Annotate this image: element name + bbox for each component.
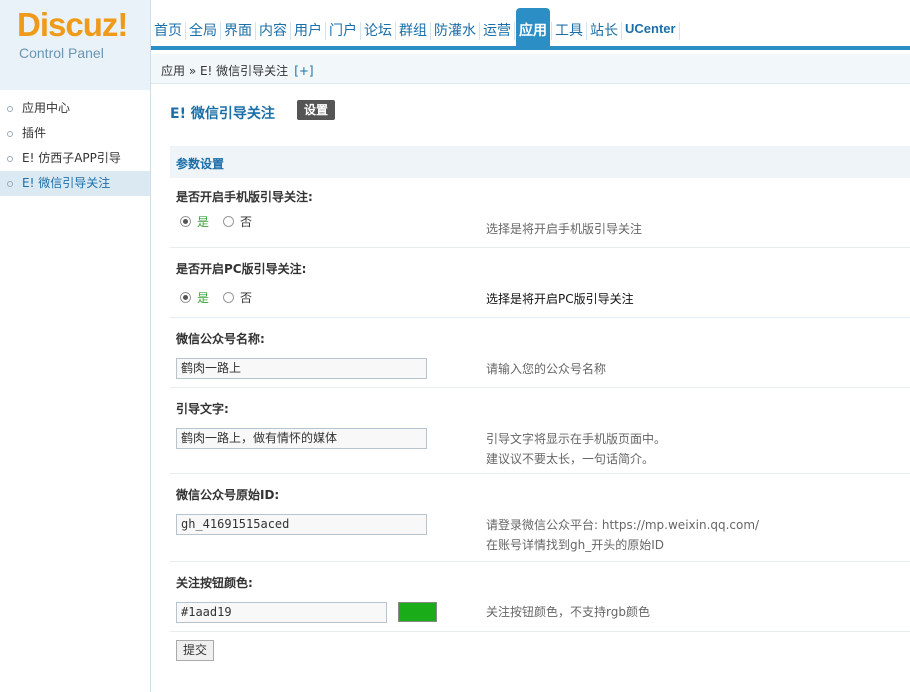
setting-row-origin-id: 微信公众号原始ID: gh_41691515aced 请登录微信公众平台: ht…	[170, 474, 910, 562]
radio-label-yes[interactable]: 是	[197, 213, 209, 230]
radio-label-yes[interactable]: 是	[197, 289, 209, 306]
field-tip: 选择是将开启手机版引导关注	[486, 222, 643, 236]
field-tip-secondary: 在账号详情找到gh_开头的原始ID	[486, 538, 665, 552]
header: Discuz! Control Panel 首页 全局 界面 内容 用户 门户 …	[0, 0, 910, 90]
logo[interactable]: Discuz! Control Panel	[0, 0, 150, 90]
radio-yes[interactable]	[180, 216, 191, 227]
color-swatch[interactable]	[398, 602, 437, 622]
nav-users[interactable]: 用户	[292, 8, 324, 50]
radio-yes[interactable]	[180, 292, 191, 303]
nav-divider	[185, 22, 186, 40]
logo-title: Discuz!	[17, 6, 128, 43]
nav-divider	[325, 22, 326, 40]
account-name-input[interactable]: 鹤肉一路上	[176, 358, 427, 379]
bullet-icon	[7, 181, 13, 187]
field-label: 微信公众号名称:	[176, 332, 265, 346]
section-header: 参数设置	[170, 146, 910, 178]
field-tip: 选择是将开启PC版引导关注	[486, 292, 634, 306]
field-tip: 引导文字将显示在手机版页面中。	[486, 432, 667, 446]
nav-apps[interactable]: 应用	[516, 8, 550, 50]
top-nav: 首页 全局 界面 内容 用户 门户 论坛 群组 防灌水 运营 应用 工具 站长 …	[152, 8, 681, 50]
nav-portal[interactable]: 门户	[327, 8, 359, 50]
nav-divider	[395, 22, 396, 40]
page-title: E! 微信引导关注	[170, 106, 275, 122]
nav-divider	[430, 22, 431, 40]
setting-row-pc-guide: 是否开启PC版引导关注: 是 否 选择是将开启PC版引导关注	[170, 248, 910, 318]
nav-operations[interactable]: 运营	[481, 8, 513, 50]
nav-ucenter[interactable]: UCenter	[623, 8, 678, 50]
guide-text-input[interactable]: 鹤肉一路上，做有情怀的媒体	[176, 428, 427, 449]
radio-no[interactable]	[223, 292, 235, 303]
field-label: 微信公众号原始ID:	[176, 488, 280, 502]
sidebar-item-wechat-guide[interactable]: E! 微信引导关注	[0, 171, 150, 196]
logo-subtitle: Control Panel	[19, 45, 104, 61]
nav-groups[interactable]: 群组	[397, 8, 429, 50]
field-tip: 请输入您的公众号名称	[486, 362, 607, 376]
field-label: 关注按钮颜色:	[176, 576, 253, 590]
field-tip: 关注按钮颜色，不支持rgb颜色	[486, 605, 650, 619]
breadcrumb-path[interactable]: 应用 » E! 微信引导关注	[161, 64, 288, 78]
submit-button[interactable]: 提交	[176, 640, 215, 661]
radio-no[interactable]	[223, 216, 235, 227]
setting-row-guide-text: 引导文字: 鹤肉一路上，做有情怀的媒体 引导文字将显示在手机版页面中。 建议议不…	[170, 388, 910, 474]
nav-content[interactable]: 内容	[257, 8, 289, 50]
mobile-guide-radio-group: 是 否	[180, 213, 252, 230]
nav-divider	[290, 22, 291, 40]
nav-home[interactable]: 首页	[152, 8, 184, 50]
nav-global[interactable]: 全局	[187, 8, 219, 50]
field-tip-secondary: 建议议不要太长，一句话简介。	[486, 452, 655, 466]
sidebar-item-label: 应用中心	[22, 101, 71, 115]
setting-row-button-color: 关注按钮颜色: #1aad19 关注按钮颜色，不支持rgb颜色	[170, 562, 910, 632]
field-label: 是否开启PC版引导关注:	[176, 262, 307, 276]
setting-row-account-name: 微信公众号名称: 鹤肉一路上 请输入您的公众号名称	[170, 318, 910, 388]
nav-antispam[interactable]: 防灌水	[432, 8, 478, 50]
nav-divider	[551, 22, 552, 40]
field-label: 引导文字:	[176, 402, 229, 416]
pc-guide-radio-group: 是 否	[180, 289, 252, 306]
tab-settings[interactable]: 设置	[297, 100, 336, 120]
sidebar-divider	[150, 0, 151, 692]
sidebar-item-xizi-app-guide[interactable]: E! 仿西子APP引导	[0, 146, 150, 171]
nav-divider	[678, 22, 680, 40]
field-tip: 请登录微信公众平台: https://mp.weixin.qq.com/	[486, 518, 760, 532]
bullet-icon	[7, 131, 13, 137]
setting-row-mobile-guide: 是否开启手机版引导关注: 是 否 选择是将开启手机版引导关注	[170, 178, 910, 248]
nav-divider	[255, 22, 256, 40]
sidebar-item-label: 插件	[22, 126, 47, 140]
breadcrumb: 应用 » E! 微信引导关注 [+]	[161, 62, 314, 79]
radio-label-no[interactable]: 否	[240, 213, 252, 230]
add-shortcut-link[interactable]: [+]	[294, 64, 313, 78]
nav-divider	[514, 22, 515, 40]
sidebar-item-label: E! 仿西子APP引导	[22, 151, 121, 165]
nav-interface[interactable]: 界面	[222, 8, 254, 50]
radio-label-no[interactable]: 否	[240, 289, 252, 306]
nav-divider	[220, 22, 221, 40]
nav-divider	[360, 22, 361, 40]
bullet-icon	[7, 156, 13, 162]
field-label: 是否开启手机版引导关注:	[176, 190, 313, 204]
sidebar: 应用中心 插件 E! 仿西子APP引导 E! 微信引导关注	[0, 96, 150, 196]
breadcrumb-bar: 应用 » E! 微信引导关注 [+]	[151, 54, 910, 84]
nav-tools[interactable]: 工具	[553, 8, 585, 50]
nav-divider	[621, 22, 622, 40]
nav-divider	[586, 22, 587, 40]
origin-id-input[interactable]: gh_41691515aced	[176, 514, 427, 535]
sidebar-item-plugins[interactable]: 插件	[0, 121, 150, 146]
sidebar-item-app-center[interactable]: 应用中心	[0, 96, 150, 121]
nav-divider	[479, 22, 480, 40]
button-color-input[interactable]: #1aad19	[176, 602, 387, 623]
section-title: 参数设置	[176, 157, 225, 171]
nav-admin[interactable]: 站长	[588, 8, 620, 50]
bullet-icon	[7, 106, 13, 112]
sidebar-item-label: E! 微信引导关注	[22, 176, 111, 190]
nav-forum[interactable]: 论坛	[362, 8, 394, 50]
